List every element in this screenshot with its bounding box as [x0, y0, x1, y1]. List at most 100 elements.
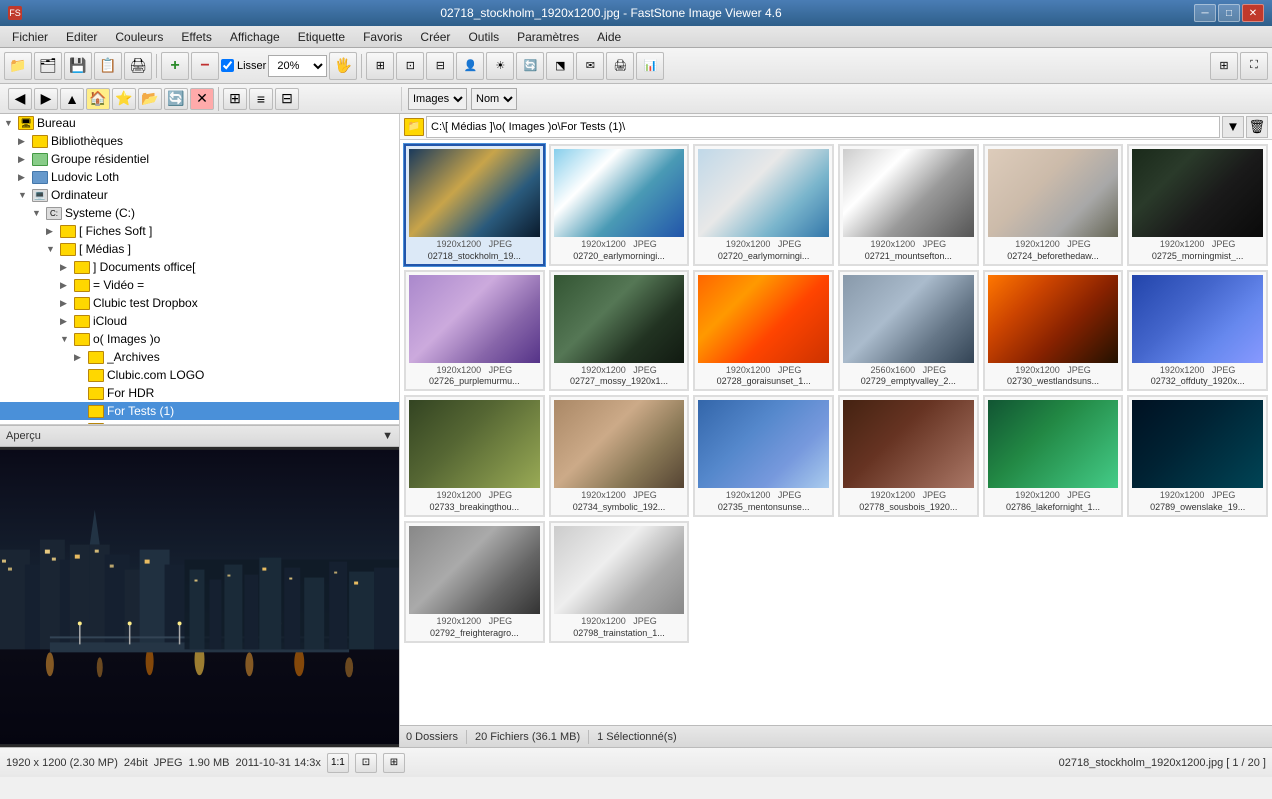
- copy-button[interactable]: 📋: [94, 52, 122, 80]
- menu-parametres[interactable]: Paramètres: [509, 28, 587, 46]
- grid-view-button[interactable]: ⊞: [1210, 52, 1238, 80]
- info-rotate-button[interactable]: ⊞: [383, 753, 405, 773]
- menu-effets[interactable]: Effets: [173, 28, 219, 46]
- zoom-mode-button[interactable]: 🖐: [329, 52, 357, 80]
- thumbnail-item[interactable]: 1920x1200 JPEG 02721_mountsefton...: [838, 144, 979, 266]
- print-button[interactable]: 🖨: [124, 52, 152, 80]
- thumbnail-item[interactable]: 2560x1600 JPEG 02729_emptyvalley_2...: [838, 270, 979, 392]
- menu-editer[interactable]: Editer: [58, 28, 105, 46]
- nav-forward-button[interactable]: ▶: [34, 88, 58, 110]
- nav-grid1-button[interactable]: ⊞: [223, 88, 247, 110]
- tree-item-ordinateur[interactable]: ▼ 💻 Ordinateur: [0, 186, 399, 204]
- tool7-button[interactable]: ⬔: [546, 52, 574, 80]
- thumbnail-item[interactable]: 1920x1200 JPEG 02725_morningmist_...: [1127, 144, 1268, 266]
- address-folder-icon: 📁: [404, 118, 424, 136]
- tree-item-fichessoft[interactable]: ▶ [ Fiches Soft ]: [0, 222, 399, 240]
- thumbnail-item[interactable]: 1920x1200 JPEG 02726_purplemurmu...: [404, 270, 545, 392]
- tree-item-docsoffice[interactable]: ▶ ] Documents office[: [0, 258, 399, 276]
- thumbnail-item[interactable]: 1920x1200 JPEG 02792_freighteragro...: [404, 521, 545, 643]
- tree-item-clubictest[interactable]: ▶ Clubic test Dropbox: [0, 294, 399, 312]
- thumbnail-item[interactable]: 1920x1200 JPEG 02733_breakingthou...: [404, 395, 545, 517]
- tree-item-fortests1[interactable]: For Tests (1): [0, 402, 399, 420]
- tree-item-images[interactable]: ▼ o( Images )o: [0, 330, 399, 348]
- tool2-button[interactable]: ⊡: [396, 52, 424, 80]
- thumbnail-dims: 1920x1200 JPEG: [581, 239, 657, 251]
- thumbnail-item[interactable]: 1920x1200 JPEG 02720_earlymorningi...: [549, 144, 690, 266]
- thumbnail-item[interactable]: 1920x1200 JPEG 02730_westlandsuns...: [983, 270, 1124, 392]
- tree-item-bureau[interactable]: ▼ 🖥 Bureau: [0, 114, 399, 132]
- address-dropdown-button[interactable]: ▼: [1222, 116, 1244, 138]
- tree-item-clubiclogo[interactable]: Clubic.com LOGO: [0, 366, 399, 384]
- tree-item-biblio[interactable]: ▶ Bibliothèques: [0, 132, 399, 150]
- zoom-select[interactable]: 20% 10% 50% 100%: [268, 55, 327, 77]
- thumbnail-item[interactable]: 1920x1200 JPEG 02718_stockholm_19...: [404, 144, 545, 266]
- tree-label-fichessoft: [ Fiches Soft ]: [79, 224, 152, 238]
- preview-dropdown-icon[interactable]: ▼: [382, 430, 393, 442]
- nav-up-button[interactable]: ▲: [60, 88, 84, 110]
- tool5-button[interactable]: ☀: [486, 52, 514, 80]
- thumbnail-item[interactable]: 1920x1200 JPEG 02720_earlymorningi...: [693, 144, 834, 266]
- menu-creer[interactable]: Créer: [412, 28, 458, 46]
- menu-etiquette[interactable]: Etiquette: [290, 28, 353, 46]
- fullscreen-button[interactable]: ⛶: [1240, 52, 1268, 80]
- tool10-button[interactable]: 📊: [636, 52, 664, 80]
- tree-item-medias[interactable]: ▼ [ Médias ]: [0, 240, 399, 258]
- tool6-button[interactable]: 🔄: [516, 52, 544, 80]
- thumbnail-item[interactable]: 1920x1200 JPEG 02734_symbolic_192...: [549, 395, 690, 517]
- address-input[interactable]: [426, 116, 1220, 138]
- tool3-button[interactable]: ⊟: [426, 52, 454, 80]
- open-file-button[interactable]: 🗂: [34, 52, 62, 80]
- tool1-button[interactable]: ⊞: [366, 52, 394, 80]
- nav-home-button[interactable]: 🏠: [86, 88, 110, 110]
- maximize-button[interactable]: □: [1218, 4, 1240, 22]
- tool9-button[interactable]: 🖨: [606, 52, 634, 80]
- nav-fav-button[interactable]: ⭐: [112, 88, 136, 110]
- thumbnail-item[interactable]: 1920x1200 JPEG 02786_lakefornight_1...: [983, 395, 1124, 517]
- menu-couleurs[interactable]: Couleurs: [107, 28, 171, 46]
- nav-back-button[interactable]: ◀: [8, 88, 32, 110]
- view-select[interactable]: Images: [408, 88, 467, 110]
- thumbnail-item[interactable]: 1920x1200 JPEG 02727_mossy_1920x1...: [549, 270, 690, 392]
- menu-favoris[interactable]: Favoris: [355, 28, 410, 46]
- minimize-button[interactable]: ─: [1194, 4, 1216, 22]
- save-button[interactable]: 💾: [64, 52, 92, 80]
- open-folder-button[interactable]: 📁: [4, 52, 32, 80]
- bureau-icon: 🖥: [18, 116, 34, 130]
- menu-outils[interactable]: Outils: [460, 28, 507, 46]
- info-fit-button[interactable]: ⊡: [355, 753, 377, 773]
- thumbnail-item[interactable]: 1920x1200 JPEG 02778_sousbois_1920...: [838, 395, 979, 517]
- menu-aide[interactable]: Aide: [589, 28, 629, 46]
- nav-opendir-button[interactable]: 📂: [138, 88, 162, 110]
- close-button[interactable]: ✕: [1242, 4, 1264, 22]
- menu-affichage[interactable]: Affichage: [222, 28, 288, 46]
- nav-grid2-button[interactable]: ≡: [249, 88, 273, 110]
- tree-item-ludovic[interactable]: ▶ Ludovic Loth: [0, 168, 399, 186]
- tree-item-forhdr[interactable]: For HDR: [0, 384, 399, 402]
- tree-item-video[interactable]: ▶ = Vidéo =: [0, 276, 399, 294]
- thumbnail-item[interactable]: 1920x1200 JPEG 02735_mentonsunse...: [693, 395, 834, 517]
- thumbnail-item[interactable]: 1920x1200 JPEG 02732_offduty_1920x...: [1127, 270, 1268, 392]
- thumbnail-item[interactable]: 1920x1200 JPEG 02798_trainstation_1...: [549, 521, 690, 643]
- nav-grid3-button[interactable]: ⊟: [275, 88, 299, 110]
- lisser-checkbox[interactable]: Lisser: [221, 59, 266, 72]
- tree-item-icloud[interactable]: ▶ iCloud: [0, 312, 399, 330]
- menu-fichier[interactable]: Fichier: [4, 28, 56, 46]
- info-scale-button[interactable]: 1:1: [327, 753, 349, 773]
- thumbnail-item[interactable]: 1920x1200 JPEG 02724_beforethedaw...: [983, 144, 1124, 266]
- thumbnail-image: [698, 149, 829, 237]
- nav-refresh-button[interactable]: 🔄: [164, 88, 188, 110]
- tree-item-groupe[interactable]: ▶ Groupe résidentiel: [0, 150, 399, 168]
- tree-item-systeme[interactable]: ▼ C: Systeme (C:): [0, 204, 399, 222]
- tool8-button[interactable]: ✉: [576, 52, 604, 80]
- address-clear-button[interactable]: 🗑: [1246, 116, 1268, 138]
- zoom-out-button[interactable]: −: [191, 52, 219, 80]
- tool4-button[interactable]: 👤: [456, 52, 484, 80]
- nav-delete-button[interactable]: ✕: [190, 88, 214, 110]
- thumbnail-item[interactable]: 1920x1200 JPEG 02789_owenslake_19...: [1127, 395, 1268, 517]
- thumbnail-item[interactable]: 1920x1200 JPEG 02728_goraisunset_1...: [693, 270, 834, 392]
- zoom-in-button[interactable]: +: [161, 52, 189, 80]
- thumbnail-name: 02724_beforethedaw...: [988, 251, 1119, 261]
- sort-select[interactable]: Nom: [471, 88, 517, 110]
- tree-item-archives[interactable]: ▶ _Archives: [0, 348, 399, 366]
- thumbnail-dims: 1920x1200 JPEG: [1160, 365, 1236, 377]
